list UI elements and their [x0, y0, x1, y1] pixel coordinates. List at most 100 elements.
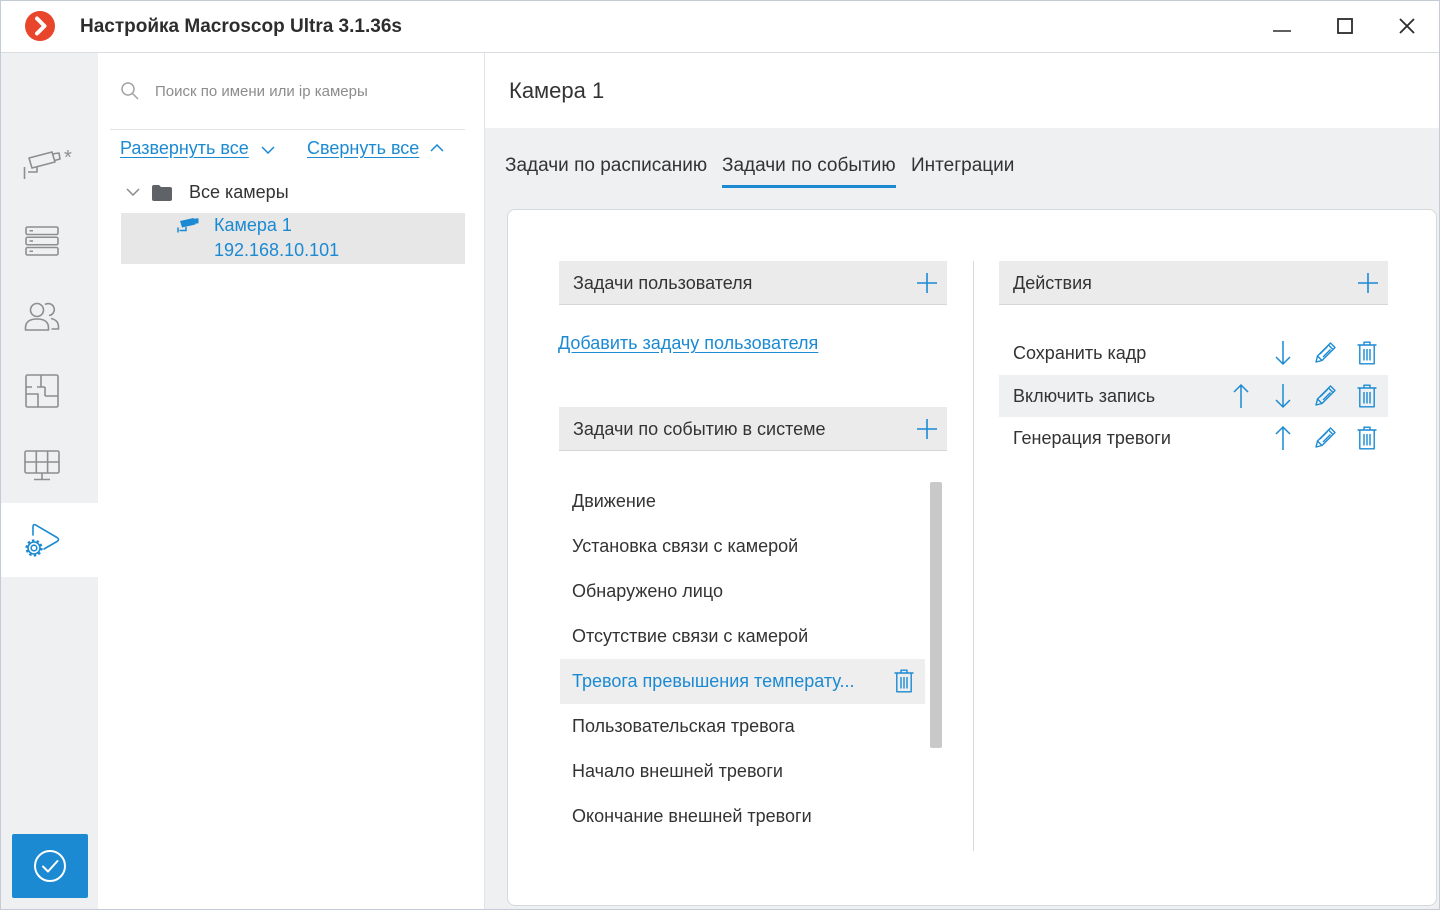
maximize-icon — [1337, 18, 1353, 34]
edit-action-button[interactable] — [1304, 332, 1346, 374]
arrow-down-icon — [1275, 340, 1291, 366]
delete-action-button[interactable] — [1346, 332, 1388, 374]
move-up-button[interactable] — [1220, 375, 1262, 417]
system-tasks-list: Движение Установка связи с камерой Обнар… — [560, 479, 925, 839]
camera-icon — [22, 149, 62, 183]
edit-action-button[interactable] — [1304, 417, 1346, 459]
system-tasks-header: Задачи по событию в системе — [559, 407, 947, 451]
move-down-button[interactable] — [1262, 375, 1304, 417]
sidebar-item-users[interactable] — [0, 278, 98, 353]
check-circle-icon — [33, 849, 67, 883]
pencil-icon — [1313, 426, 1337, 450]
window-title: Настройка Macroscop Ultra 3.1.36s — [80, 16, 402, 37]
arrow-down-icon — [1275, 383, 1291, 409]
tab-event-tasks[interactable]: Задачи по событию — [722, 151, 896, 188]
apply-button[interactable] — [12, 834, 88, 898]
move-up-button[interactable] — [1262, 417, 1304, 459]
collapse-all-link[interactable]: Свернуть все — [307, 136, 419, 160]
list-item[interactable]: Пользовательская тревога — [560, 704, 925, 749]
action-item[interactable]: Сохранить кадр — [999, 332, 1388, 374]
add-system-task-button[interactable] — [912, 414, 942, 444]
sidebar-item-servers[interactable] — [0, 203, 98, 278]
move-down-button[interactable] — [1262, 332, 1304, 374]
actions-header: Действия — [999, 261, 1388, 305]
trash-icon — [894, 669, 914, 693]
tree-root-all-cameras[interactable]: Все камеры — [189, 180, 289, 204]
minimize-button[interactable] — [1259, 6, 1305, 46]
search-icon — [121, 82, 139, 100]
trash-icon — [1357, 384, 1377, 408]
event-automation-icon — [22, 522, 62, 558]
list-item-label: Обнаружено лицо — [572, 581, 723, 601]
tab-scheduled-tasks[interactable]: Задачи по расписанию — [505, 151, 707, 188]
list-item[interactable]: Начало внешней тревоги — [560, 749, 925, 794]
add-user-task-link[interactable]: Добавить задачу пользователя — [558, 331, 818, 355]
plus-icon — [917, 419, 937, 439]
action-item[interactable]: Включить запись — [999, 375, 1388, 417]
list-item[interactable]: Тревога превышения температу... — [560, 659, 925, 704]
actions-title: Действия — [1013, 273, 1092, 293]
add-user-task-button[interactable] — [912, 268, 942, 298]
monitor-icon — [24, 449, 60, 482]
list-item-label: Движение — [572, 491, 656, 511]
sidebar-item-layouts[interactable] — [0, 353, 98, 428]
delete-task-button[interactable] — [894, 669, 914, 693]
close-button[interactable] — [1384, 6, 1430, 46]
search-divider — [110, 129, 465, 130]
list-item-label: Начало внешней тревоги — [572, 761, 783, 781]
page-title: Камера 1 — [509, 78, 605, 103]
list-item-label: Окончание внешней тревоги — [572, 806, 812, 826]
camera-search-input[interactable] — [155, 77, 455, 105]
settings-area: Задачи по расписанию Задачи по событию И… — [485, 128, 1440, 910]
folder-icon — [152, 185, 172, 201]
column-divider — [973, 261, 974, 851]
list-item[interactable]: Установка связи с камерой — [560, 524, 925, 569]
plus-icon — [1358, 273, 1378, 293]
sidebar-item-event-automation[interactable] — [0, 503, 98, 577]
tab-integrations[interactable]: Интеграции — [911, 151, 1014, 188]
action-item-controls — [1262, 417, 1388, 459]
chevron-up-icon[interactable] — [430, 144, 444, 152]
list-item-label: Пользовательская тревога — [572, 716, 795, 736]
action-item-controls — [1220, 375, 1388, 417]
unsaved-changes-badge: * — [64, 147, 72, 169]
edit-action-button[interactable] — [1304, 375, 1346, 417]
sidebar-item-cameras[interactable]: * — [0, 128, 98, 203]
maximize-button[interactable] — [1322, 6, 1368, 46]
arrow-up-icon — [1233, 383, 1249, 409]
list-item[interactable]: Движение — [560, 479, 925, 524]
users-icon — [24, 300, 60, 332]
macroscop-logo-icon — [24, 10, 56, 42]
action-item-label: Генерация тревоги — [1013, 428, 1171, 448]
close-icon — [1399, 18, 1415, 34]
action-item[interactable]: Генерация тревоги — [999, 417, 1388, 459]
list-scrollbar-thumb[interactable] — [930, 482, 942, 748]
list-item[interactable]: Окончание внешней тревоги — [560, 794, 925, 839]
action-item-label: Сохранить кадр — [1013, 343, 1147, 363]
tree-expand-chevron-icon[interactable] — [126, 188, 140, 196]
chevron-down-icon[interactable] — [261, 146, 275, 154]
minimize-icon — [1272, 16, 1292, 36]
list-item[interactable]: Отсутствие связи с камерой — [560, 614, 925, 659]
tree-camera-item[interactable]: Камера 1 192.168.10.101 — [121, 213, 465, 264]
trash-icon — [1357, 426, 1377, 450]
list-item-label: Отсутствие связи с камерой — [572, 626, 809, 646]
layout-icon — [25, 373, 59, 408]
server-icon — [25, 225, 59, 256]
camera-header: Камера 1 — [485, 53, 1440, 128]
list-item[interactable]: Обнаружено лицо — [560, 569, 925, 614]
delete-action-button[interactable] — [1346, 375, 1388, 417]
title-bar[interactable]: Настройка Macroscop Ultra 3.1.36s — [0, 0, 1440, 53]
sidebar-item-monitors[interactable] — [0, 428, 98, 503]
pencil-icon — [1313, 384, 1337, 408]
action-item-controls — [1262, 332, 1388, 374]
user-tasks-title: Задачи пользователя — [573, 273, 753, 293]
main-sidebar: * — [0, 53, 98, 910]
add-action-button[interactable] — [1353, 268, 1383, 298]
system-tasks-title: Задачи по событию в системе — [573, 419, 826, 439]
user-tasks-header: Задачи пользователя — [559, 261, 947, 305]
camera-ip: 192.168.10.101 — [214, 240, 340, 260]
expand-all-link[interactable]: Развернуть все — [120, 136, 249, 160]
plus-icon — [917, 273, 937, 293]
delete-action-button[interactable] — [1346, 417, 1388, 459]
